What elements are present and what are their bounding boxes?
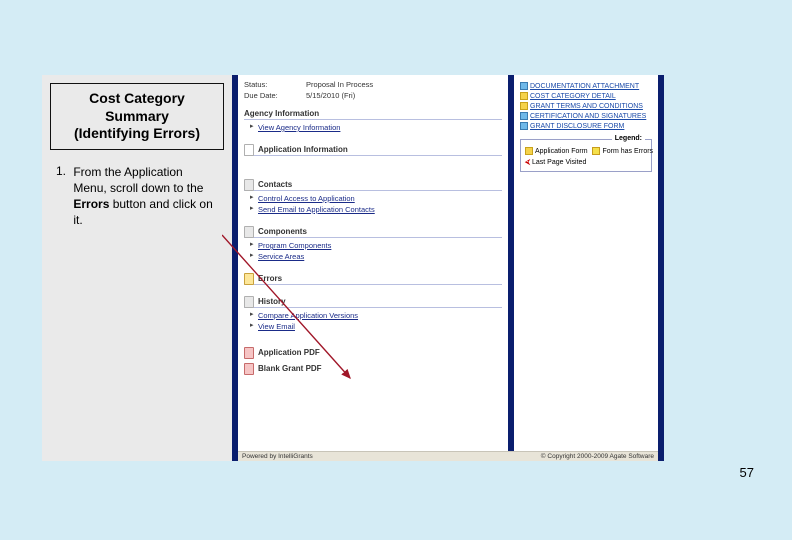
step-1: 1. From the Application Menu, scroll dow… bbox=[42, 164, 232, 229]
form-icon bbox=[520, 92, 528, 100]
title-line2: Summary bbox=[55, 108, 219, 126]
app-footer: Powered by IntelliGrants © Copyright 200… bbox=[238, 451, 658, 461]
step-number: 1. bbox=[56, 164, 70, 178]
grant-terms-link[interactable]: GRANT TERMS AND CONDITIONS bbox=[530, 103, 643, 110]
app-right-panel: DOCUMENTATION ATTACHMENT COST CATEGORY D… bbox=[514, 75, 658, 453]
application-pdf-row[interactable]: Application PDF bbox=[244, 346, 502, 358]
contacts-head: Contacts bbox=[244, 178, 502, 191]
view-email-link[interactable]: View Email bbox=[252, 321, 502, 332]
components-head: Components bbox=[244, 225, 502, 238]
app-main-panel: Status:Proposal In Process Due Date:5/15… bbox=[238, 75, 508, 453]
pdf-icon bbox=[244, 363, 254, 375]
status-value: Proposal In Process bbox=[306, 80, 373, 89]
components-icon bbox=[244, 226, 254, 238]
instruction-panel: Cost Category Summary (Identifying Error… bbox=[42, 75, 232, 461]
footer-copyright: © Copyright 2000-2009 Agate Software bbox=[541, 453, 654, 460]
pdf-icon bbox=[244, 347, 254, 359]
legend-swatch-has-errors bbox=[592, 147, 600, 155]
page-icon bbox=[244, 144, 254, 156]
form-icon bbox=[520, 122, 528, 130]
title-line3: (Identifying Errors) bbox=[55, 125, 219, 143]
control-access-link[interactable]: Control Access to Application bbox=[252, 193, 502, 204]
view-agency-information-link[interactable]: View Agency Information bbox=[252, 122, 502, 133]
step-text: From the Application Menu, scroll down t… bbox=[73, 164, 219, 229]
status-label: Status: bbox=[244, 80, 306, 89]
legend-box: Legend: Application Form Form has Errors… bbox=[520, 139, 652, 172]
form-icon bbox=[520, 112, 528, 120]
cost-category-detail-link[interactable]: COST CATEGORY DETAIL bbox=[530, 93, 616, 100]
program-components-link[interactable]: Program Components bbox=[252, 240, 502, 251]
blank-grant-pdf-row[interactable]: Blank Grant PDF bbox=[244, 362, 502, 374]
errors-head[interactable]: Errors bbox=[244, 272, 502, 285]
slide-title-box: Cost Category Summary (Identifying Error… bbox=[50, 83, 224, 150]
footer-powered-by: Powered by IntelliGrants bbox=[242, 453, 313, 460]
service-areas-link[interactable]: Service Areas bbox=[252, 251, 502, 262]
legend-swatch-app-form bbox=[525, 147, 533, 155]
grant-disclosure-form-link[interactable]: GRANT DISCLOSURE FORM bbox=[530, 123, 624, 130]
send-email-contacts-link[interactable]: Send Email to Application Contacts bbox=[252, 204, 502, 215]
status-block: Status:Proposal In Process Due Date:5/15… bbox=[238, 75, 508, 101]
form-links-list: DOCUMENTATION ATTACHMENT COST CATEGORY D… bbox=[514, 75, 658, 135]
history-icon bbox=[244, 296, 254, 308]
warning-icon bbox=[244, 273, 254, 285]
title-line1: Cost Category bbox=[55, 90, 219, 108]
people-icon bbox=[244, 179, 254, 191]
legend-title: Legend: bbox=[612, 135, 645, 142]
form-icon bbox=[520, 102, 528, 110]
legend-arrow-icon: ⮘ bbox=[525, 159, 530, 166]
history-head: History bbox=[244, 295, 502, 308]
certification-signatures-link[interactable]: CERTIFICATION AND SIGNATURES bbox=[530, 113, 646, 120]
due-date-label: Due Date: bbox=[244, 91, 306, 100]
page-number: 57 bbox=[740, 465, 754, 480]
due-date-value: 5/15/2010 (Fri) bbox=[306, 91, 355, 100]
app-screenshot-area: Status:Proposal In Process Due Date:5/15… bbox=[232, 75, 664, 461]
documentation-attachment-link[interactable]: DOCUMENTATION ATTACHMENT bbox=[530, 83, 639, 90]
agency-information-head: Agency Information bbox=[244, 107, 502, 120]
form-icon bbox=[520, 82, 528, 90]
application-information-head: Application Information bbox=[244, 143, 502, 156]
compare-versions-link[interactable]: Compare Application Versions bbox=[252, 310, 502, 321]
slide-frame: Cost Category Summary (Identifying Error… bbox=[42, 75, 664, 461]
